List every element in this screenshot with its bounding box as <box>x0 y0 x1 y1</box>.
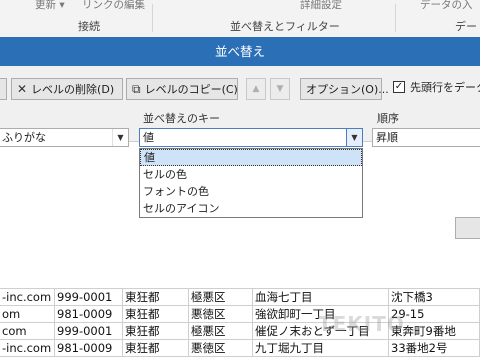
order-column-header: 順序 <box>377 112 399 125</box>
header-row-checkbox[interactable]: ✓ <box>393 81 405 93</box>
ribbon-divider <box>152 4 153 32</box>
table-cell[interactable]: 沈下橋3 <box>389 289 480 306</box>
copy-level-button[interactable]: ⧉ レベルのコピー(C) <box>126 78 238 100</box>
group-label-data: デー <box>455 20 477 33</box>
sortkey-select-value: 値 <box>143 131 154 144</box>
order-select[interactable]: 昇順 <box>372 128 480 147</box>
sortkey-option-cell-icon[interactable]: セルのアイコン <box>140 200 362 217</box>
watermark: TEKITO <box>318 312 405 336</box>
check-icon: ✓ <box>394 81 404 92</box>
header-row-label: 先頭行をデータ <box>410 81 480 94</box>
table-cell[interactable]: 東狂都 <box>123 289 189 306</box>
table-cell[interactable]: 極悪区 <box>189 289 253 306</box>
table-cell[interactable]: 悪徳区 <box>189 340 253 357</box>
advanced-filter-button[interactable]: 詳細設定 <box>300 0 342 12</box>
table-cell[interactable]: com <box>0 323 55 340</box>
options-button[interactable]: オプション(O)... <box>300 78 389 100</box>
move-down-button[interactable]: ▼ <box>270 78 290 100</box>
options-label: オプション(O)... <box>306 83 389 96</box>
table-cell[interactable]: 悪徳区 <box>189 306 253 323</box>
sortkey-column-header: 並べ替えのキー <box>143 112 220 125</box>
table-cell[interactable]: 血海七丁目 <box>253 289 389 306</box>
table-cell[interactable]: 33番地2号 <box>389 340 480 357</box>
ribbon-divider <box>395 4 396 32</box>
delete-level-button[interactable]: ✕ レベルの削除(D) <box>11 78 123 100</box>
table-cell[interactable]: -inc.com <box>0 340 55 357</box>
table-cell[interactable]: 極悪区 <box>189 323 253 340</box>
refresh-menu[interactable]: 更新 ▾ <box>35 0 65 12</box>
edit-links-button[interactable]: リンクの編集 <box>82 0 145 12</box>
sortkey-option-value[interactable]: 値 <box>140 149 362 166</box>
delete-level-label: レベルの削除(D) <box>31 83 115 96</box>
excel-ribbon: 更新 ▾ リンクの編集 詳細設定 データの入 接続 並べ替えとフィルター デー <box>0 0 480 38</box>
sortkey-select[interactable]: 値 ▼ <box>139 128 363 147</box>
spreadsheet-area: -inc.com 999-0001 東狂都 極悪区 血海七丁目 沈下橋3 om … <box>0 289 480 359</box>
table-cell[interactable]: 981-0009 <box>55 306 123 323</box>
move-up-button[interactable]: ▲ <box>246 78 266 100</box>
sortkey-option-font-color[interactable]: フォントの色 <box>140 183 362 200</box>
order-select-value: 昇順 <box>376 131 398 144</box>
dialog-title: 並べ替え <box>0 37 480 66</box>
table-cell[interactable]: 東狂都 <box>123 306 189 323</box>
add-level-button[interactable] <box>0 78 7 100</box>
chevron-down-icon[interactable]: ▼ <box>112 129 128 146</box>
ok-button[interactable] <box>455 217 480 239</box>
column-select[interactable]: ふりがな ▼ <box>0 128 129 147</box>
table-cell[interactable]: 999-0001 <box>55 289 123 306</box>
chevron-down-icon[interactable]: ▼ <box>346 129 362 146</box>
group-label-sort-filter: 並べ替えとフィルター <box>230 20 340 33</box>
delete-x-icon: ✕ <box>17 82 28 96</box>
table-cell[interactable]: 東狂都 <box>123 323 189 340</box>
arrow-up-icon: ▲ <box>252 84 260 94</box>
arrow-down-icon: ▼ <box>276 84 284 94</box>
table-cell[interactable]: -inc.com <box>0 289 55 306</box>
copy-icon: ⧉ <box>132 81 141 96</box>
table-cell[interactable]: 東狂都 <box>123 340 189 357</box>
copy-level-label: レベルのコピー(C) <box>144 83 238 96</box>
table-cell[interactable]: om <box>0 306 55 323</box>
sortkey-dropdown-list: 値 セルの色 フォントの色 セルのアイコン <box>139 148 363 218</box>
column-select-value: ふりがな <box>2 131 46 144</box>
table-cell[interactable]: 999-0001 <box>55 323 123 340</box>
data-input-button[interactable]: データの入 <box>420 0 473 12</box>
sortkey-option-cell-color[interactable]: セルの色 <box>140 166 362 183</box>
table-cell[interactable]: 981-0009 <box>55 340 123 357</box>
group-label-connections: 接続 <box>78 20 100 33</box>
table-cell[interactable]: 九丁堀九丁目 <box>253 340 389 357</box>
